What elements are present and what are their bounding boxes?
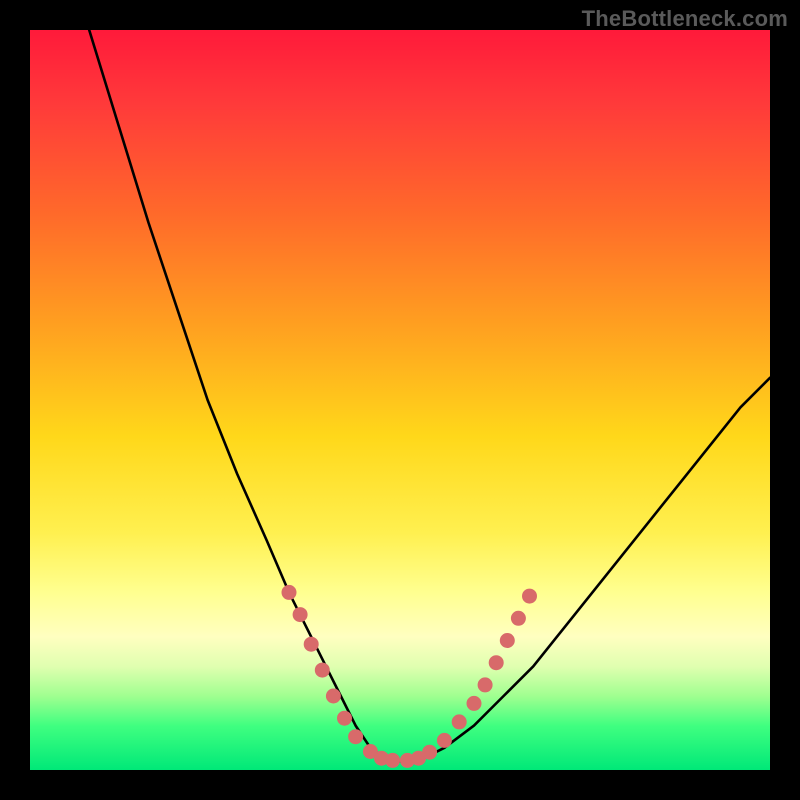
sample-point	[437, 733, 451, 747]
sample-point	[489, 656, 503, 670]
sample-point	[500, 634, 514, 648]
sample-points-group	[282, 585, 537, 767]
bottleneck-curve	[89, 30, 770, 761]
sample-point	[511, 611, 525, 625]
sample-point	[326, 689, 340, 703]
plot-area	[30, 30, 770, 770]
chart-frame: TheBottleneck.com	[0, 0, 800, 800]
sample-point	[452, 715, 466, 729]
watermark-text: TheBottleneck.com	[582, 6, 788, 32]
sample-point	[349, 730, 363, 744]
sample-point	[467, 696, 481, 710]
sample-point	[523, 589, 537, 603]
sample-point	[293, 608, 307, 622]
sample-point	[423, 745, 437, 759]
sample-point	[315, 663, 329, 677]
sample-point	[282, 585, 296, 599]
sample-point	[304, 637, 318, 651]
sample-point	[386, 753, 400, 767]
sample-point	[338, 711, 352, 725]
chart-svg	[30, 30, 770, 770]
sample-point	[478, 678, 492, 692]
